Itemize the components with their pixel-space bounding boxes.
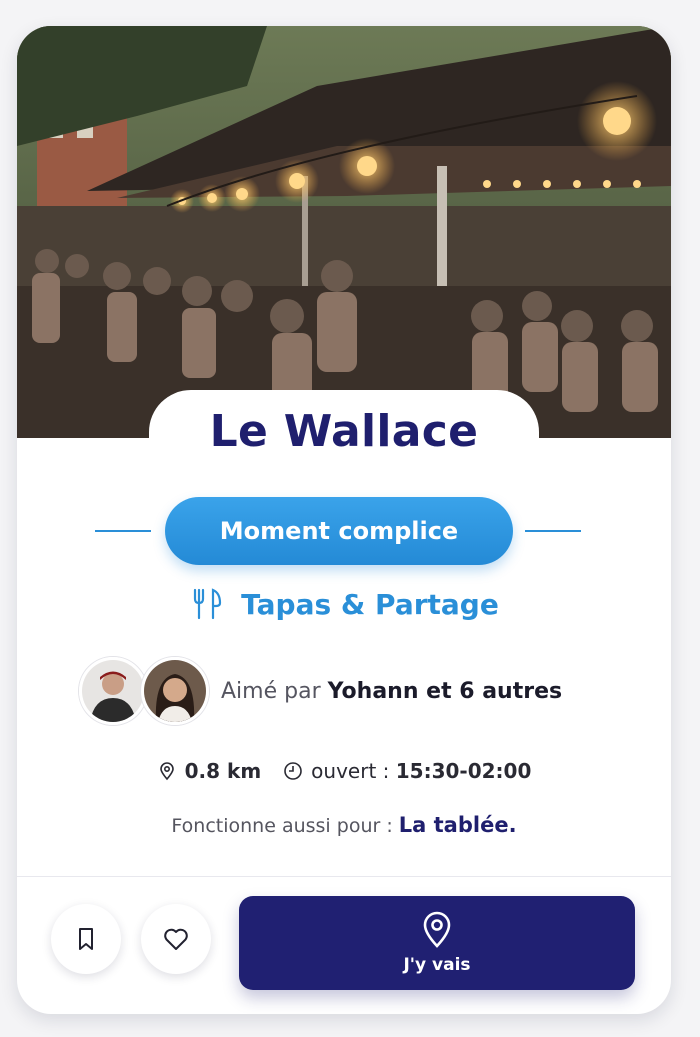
go-button[interactable]: J'y vais <box>239 896 635 990</box>
liked-by-prefix: Aimé par <box>221 678 321 704</box>
also-prefix: Fonctionne aussi pour : <box>171 815 393 837</box>
liked-by-row[interactable]: Aimé par Yohann et 6 autres <box>79 656 562 726</box>
category-row: Tapas & Partage <box>17 586 671 622</box>
venue-title: Le Wallace <box>209 406 479 457</box>
badge-line-right <box>525 530 581 532</box>
bookmark-button[interactable] <box>51 904 121 974</box>
moment-badge-label: Moment complice <box>219 517 459 545</box>
avatar <box>141 657 209 725</box>
map-pin-icon <box>423 911 451 948</box>
favorite-button[interactable] <box>141 904 211 974</box>
avatar <box>79 657 147 725</box>
location-pin-icon <box>159 762 174 781</box>
category-label: Tapas & Partage <box>241 587 499 621</box>
venue-card[interactable]: Le Wallace Moment complice Tapas & Parta… <box>17 26 671 1014</box>
distance-value: 0.8 km <box>184 759 262 783</box>
also-target-link[interactable]: La tablée. <box>399 813 517 837</box>
venue-photo <box>17 26 671 438</box>
moment-badge: Moment complice <box>165 497 513 565</box>
hours-prefix: ouvert : <box>311 759 390 783</box>
info-row: 0.8 km ouvert : 15:30-02:00 <box>17 759 671 783</box>
liked-by-text: Aimé par Yohann et 6 autres <box>221 679 562 704</box>
clock-icon <box>284 762 302 780</box>
go-button-label: J'y vais <box>403 955 471 975</box>
hours-value: 15:30-02:00 <box>395 759 532 783</box>
also-works-for: Fonctionne aussi pour : La tablée. <box>17 813 671 837</box>
bookmark-icon <box>79 928 93 950</box>
fork-knife-icon <box>194 588 222 620</box>
heart-icon <box>164 928 188 950</box>
divider <box>17 876 671 877</box>
badge-line-left <box>95 530 151 532</box>
liked-by-names: Yohann et 6 autres <box>327 678 563 704</box>
